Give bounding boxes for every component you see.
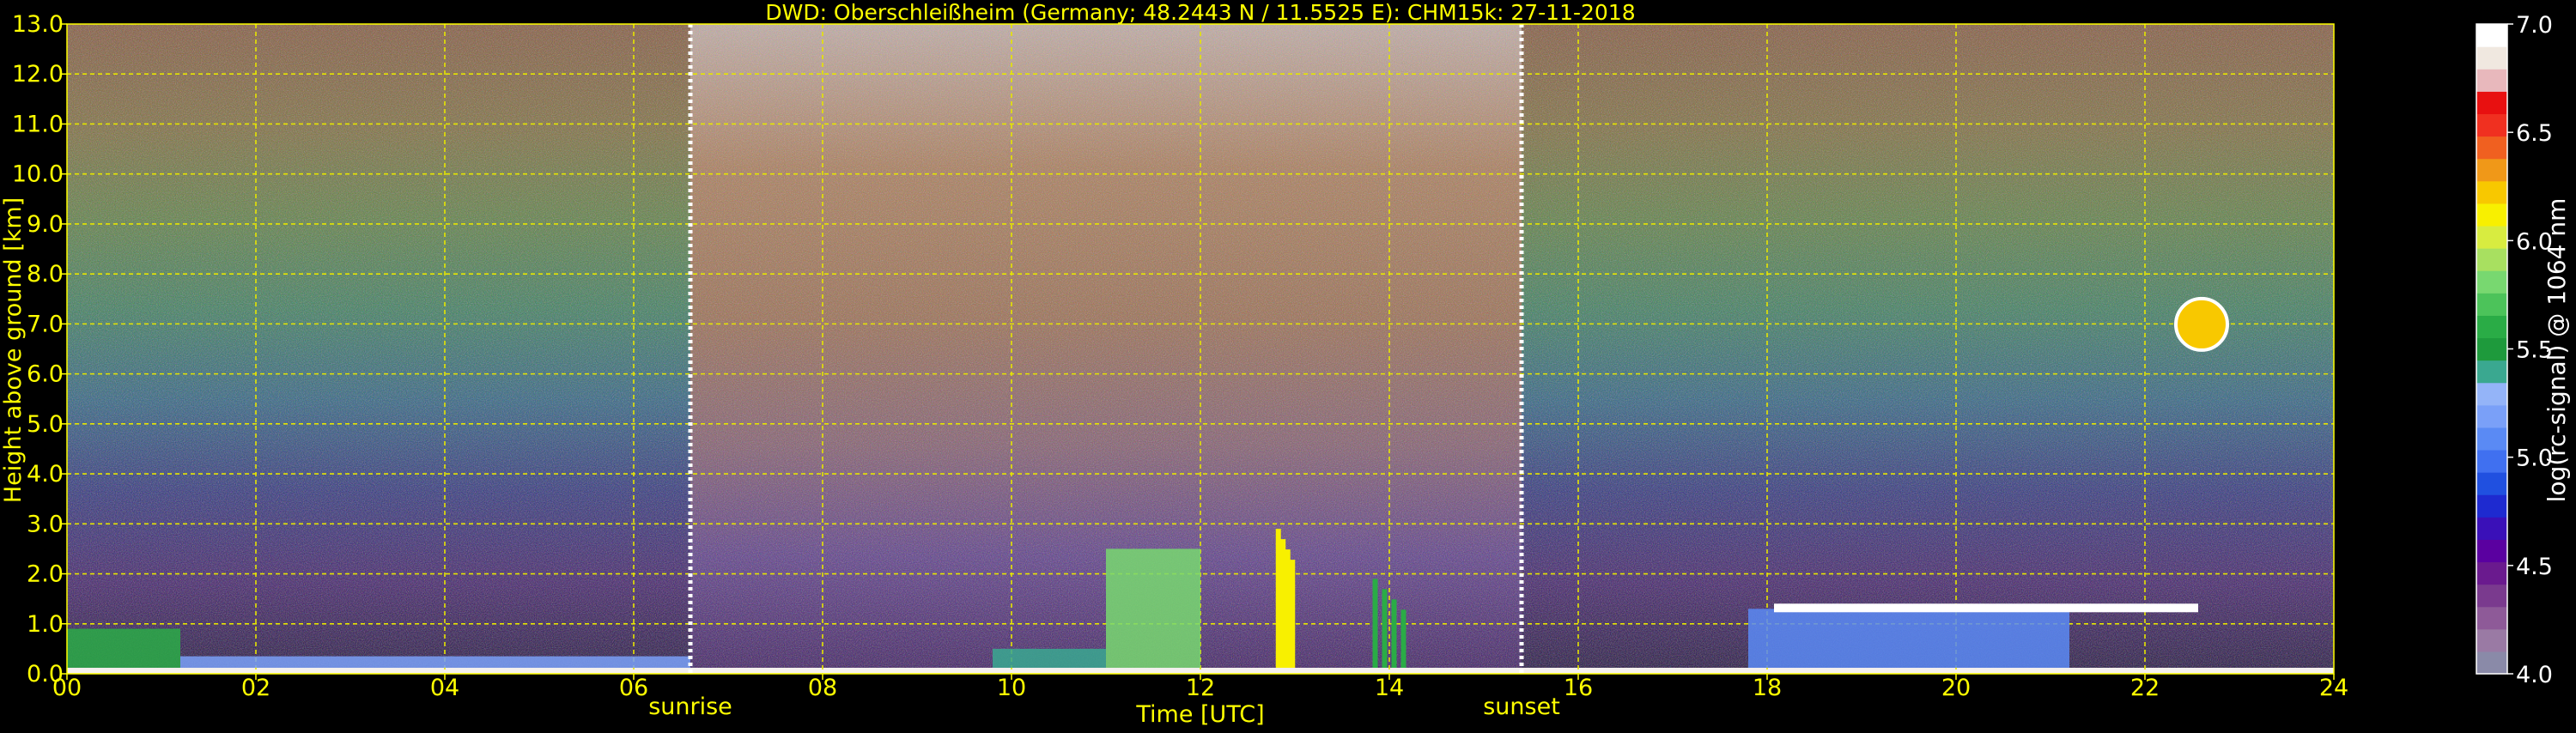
plume-mark (1280, 539, 1286, 669)
y-tick-label: 9.0 (27, 211, 64, 238)
x-tick-label: 10 (997, 675, 1026, 701)
y-tick-label: 13.0 (12, 11, 64, 38)
colorbar-swatch (2476, 561, 2507, 585)
aerosol-layer-mark (1748, 609, 2069, 669)
x-tick-label: 24 (2319, 675, 2348, 701)
colorbar-swatch (2476, 136, 2507, 160)
colorbar-tick-label: 6.5 (2516, 120, 2553, 147)
x-tick-label: 08 (808, 675, 837, 701)
x-tick-label: 22 (2130, 675, 2160, 701)
colorbar-swatch (2476, 158, 2507, 182)
colorbar-swatch (2476, 539, 2507, 563)
y-axis-label: Height above ground [km] (0, 197, 27, 503)
y-tick-label: 4.0 (27, 461, 64, 488)
aerosol-layer-mark (993, 648, 1106, 669)
colorbar-swatch (2476, 315, 2507, 339)
plume-mark (1382, 589, 1388, 669)
colorbar-swatch (2476, 203, 2507, 227)
y-tick-label: 3.0 (27, 511, 64, 537)
colorbar-swatch (2476, 293, 2507, 316)
colorbar-tick-label: 4.5 (2516, 554, 2553, 580)
colorbar-swatch (2476, 360, 2507, 384)
plume-mark (1285, 549, 1291, 669)
cloud-base-mark (1774, 603, 2198, 613)
aerosol-layer-mark (67, 628, 180, 669)
plume-mark (1372, 579, 1378, 669)
colorbar-swatch (2476, 91, 2507, 115)
colorbar-swatch (2476, 113, 2507, 137)
colorbar-swatch (2476, 337, 2507, 361)
colorbar-swatch (2476, 270, 2507, 294)
x-axis-label: Time [UTC] (1135, 701, 1264, 728)
colorbar-swatch (2476, 427, 2507, 451)
chart-svg: sunrise sunset 00 02 04 06 08 10 12 14 16 18 20 22 24… (0, 0, 2571, 728)
x-tick-label: 18 (1753, 675, 1782, 701)
colorbar-swatch (2476, 517, 2507, 540)
colorbar-swatch (2476, 584, 2507, 608)
x-tick-label: 14 (1375, 675, 1404, 701)
y-tick-label: 11.0 (12, 111, 64, 137)
ceilometer-chart: sunrise sunset 00 02 04 06 08 10 12 14 16 18 20 22 24… (0, 0, 2576, 730)
plume-mark (1400, 609, 1406, 669)
x-tick-label: 04 (430, 675, 459, 701)
y-tick-label: 0.0 (27, 661, 64, 688)
y-tick-label: 7.0 (27, 311, 64, 337)
colorbar-swatch (2476, 651, 2507, 675)
plume-mark (1290, 560, 1296, 669)
aerosol-layer-mark (1106, 548, 1200, 669)
x-tick-label: 06 (619, 675, 648, 701)
plume-mark (1391, 599, 1397, 669)
colorbar-swatch (2476, 606, 2507, 630)
x-tick-label: 12 (1186, 675, 1215, 701)
colorbar-swatch (2476, 628, 2507, 652)
aerosol-layer-mark (180, 656, 690, 669)
x-tick-label: 20 (1941, 675, 1971, 701)
colorbar-swatch (2476, 24, 2507, 47)
colorbar-swatch (2476, 382, 2507, 406)
y-tick-label: 8.0 (27, 261, 64, 288)
colorbar-swatch (2476, 472, 2507, 495)
colorbar-swatch (2476, 225, 2507, 249)
y-tick-label: 2.0 (27, 561, 64, 588)
colorbar-label: log(rc-signal) @ 1064 nm (2543, 198, 2571, 503)
colorbar-swatch (2476, 449, 2507, 473)
x-tick-label: 02 (241, 675, 270, 701)
cloud-mark (2174, 296, 2229, 352)
colorbar-swatch (2476, 248, 2507, 271)
y-tick-label: 1.0 (27, 611, 64, 638)
colorbar: 4.04.55.05.56.06.57.0 (2476, 12, 2553, 688)
colorbar-swatch (2476, 180, 2507, 204)
sun-event-label: sunset (1483, 694, 1560, 720)
colorbar-swatch (2476, 69, 2507, 92)
sun-event-label: sunrise (648, 694, 732, 720)
colorbar-swatch (2476, 46, 2507, 70)
colorbar-swatch (2476, 404, 2507, 428)
y-tick-label: 10.0 (12, 161, 64, 188)
colorbar-swatch (2476, 494, 2507, 518)
plume-mark (1275, 529, 1281, 669)
x-tick-label: 16 (1564, 675, 1593, 701)
colorbar-tick-label: 4.0 (2516, 662, 2553, 688)
chart-title: DWD: Oberschleißheim (Germany; 48.2443 N… (765, 0, 1635, 25)
y-tick-label: 5.0 (27, 411, 64, 438)
y-tick-label: 6.0 (27, 361, 64, 388)
colorbar-tick-label: 7.0 (2516, 12, 2553, 39)
y-tick-label: 12.0 (12, 61, 64, 88)
